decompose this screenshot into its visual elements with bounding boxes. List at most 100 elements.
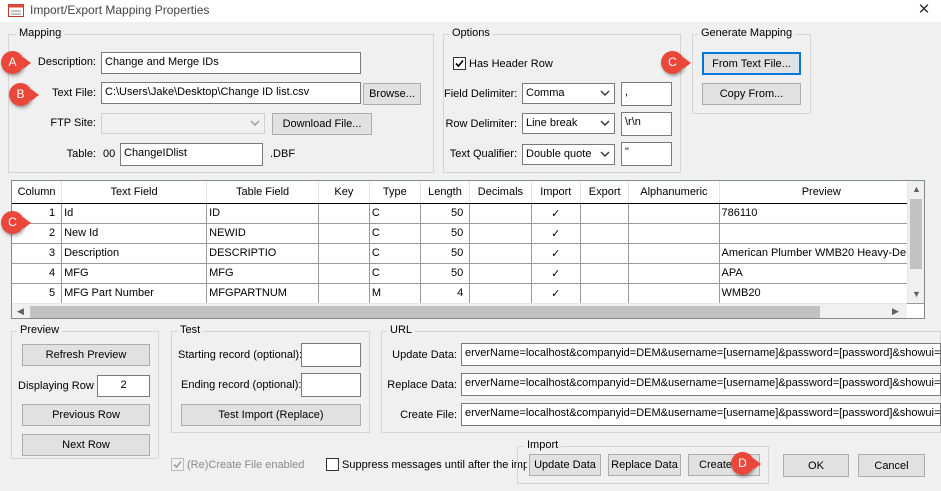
scroll-left-icon[interactable]: ◀ (17, 306, 24, 317)
cell-key[interactable] (318, 203, 370, 224)
cell-text-field[interactable]: MFG Part Number (61, 283, 208, 304)
cell-text-field[interactable]: New Id (61, 223, 208, 244)
cell-alpha[interactable] (628, 263, 720, 284)
cell-table-field[interactable]: MFGPARTNUM (206, 283, 319, 304)
column-header[interactable]: Table Field (206, 181, 319, 204)
vertical-scrollbar[interactable]: ▲ ▼ (907, 181, 924, 303)
test-import-button[interactable]: Test Import (Replace) (181, 404, 361, 426)
cell-column[interactable]: 4 (12, 263, 63, 284)
cell-length[interactable]: 50 (420, 243, 471, 264)
cell-decimals[interactable] (469, 263, 532, 284)
row-delimiter-text[interactable]: \r\n (621, 112, 672, 136)
column-header[interactable]: Decimals (469, 181, 532, 204)
cell-type[interactable]: C (369, 203, 421, 224)
cell-table-field[interactable]: NEWID (206, 223, 319, 244)
field-delimiter-text[interactable]: , (621, 82, 672, 106)
cell-column[interactable]: 3 (12, 243, 63, 264)
cell-export[interactable] (580, 243, 630, 264)
field-delimiter-select[interactable]: Comma (522, 83, 615, 104)
next-row-button[interactable]: Next Row (22, 434, 150, 456)
cell-table-field[interactable]: ID (206, 203, 319, 224)
cell-import[interactable]: ✓ (531, 203, 581, 224)
cell-export[interactable] (580, 223, 630, 244)
cell-decimals[interactable] (469, 203, 532, 224)
update-data-url-field[interactable]: erverName=localhost&companyid=DEM&userna… (461, 343, 941, 366)
cell-preview[interactable]: 786110 (719, 203, 924, 224)
cell-length[interactable]: 50 (420, 223, 471, 244)
textfile-field[interactable]: C:\Users\Jake\Desktop\Change ID list.csv (101, 82, 361, 104)
suppress-messages-checkbox[interactable] (326, 458, 339, 471)
cell-key[interactable] (318, 263, 370, 284)
column-header[interactable]: Length (420, 181, 471, 204)
browse-button[interactable]: Browse... (363, 83, 421, 105)
download-file-button[interactable]: Download File... (272, 113, 372, 135)
row-delimiter-select[interactable]: Line break (522, 113, 615, 134)
cell-key[interactable] (318, 243, 370, 264)
cell-type[interactable]: C (369, 263, 421, 284)
create-file-url-field[interactable]: erverName=localhost&companyid=DEM&userna… (461, 403, 941, 426)
table-row[interactable]: 4 MFG MFG C 50 ✓ APA (12, 263, 924, 284)
table-row[interactable]: 3 Description DESCRIPTIO C 50 ✓ American Plumb… (12, 243, 924, 264)
cell-export[interactable] (580, 203, 630, 224)
column-header[interactable]: Export (580, 181, 630, 204)
cell-column[interactable]: 5 (12, 283, 63, 304)
column-header[interactable]: Preview (719, 181, 924, 204)
cell-length[interactable]: 4 (420, 283, 471, 304)
column-header[interactable]: Key (318, 181, 370, 204)
refresh-preview-button[interactable]: Refresh Preview (22, 344, 150, 366)
horizontal-scrollbar[interactable]: ◀ ▶ (12, 303, 907, 318)
text-qualifier-text[interactable]: " (621, 142, 672, 166)
displaying-row-field[interactable]: 2 (97, 375, 150, 397)
column-header[interactable]: Alphanumeric (628, 181, 720, 204)
table-row[interactable]: 5 MFG Part Number MFGPARTNUM M 4 ✓ WMB20 (12, 283, 924, 304)
cell-preview[interactable]: APA (719, 263, 924, 284)
cell-length[interactable]: 50 (420, 203, 471, 224)
cell-text-field[interactable]: MFG (61, 263, 208, 284)
cell-alpha[interactable] (628, 243, 720, 264)
ending-record-field[interactable] (301, 373, 361, 397)
from-text-file-button[interactable]: From Text File... (702, 52, 801, 75)
replace-data-url-field[interactable]: erverName=localhost&companyid=DEM&userna… (461, 373, 941, 396)
cell-length[interactable]: 50 (420, 263, 471, 284)
cell-alpha[interactable] (628, 203, 720, 224)
cell-type[interactable]: C (369, 223, 421, 244)
table-row[interactable]: 1 Id ID C 50 ✓ 786110 (12, 203, 924, 224)
scroll-down-icon[interactable]: ▼ (912, 289, 921, 299)
cell-text-field[interactable]: Description (61, 243, 208, 264)
cell-import[interactable]: ✓ (531, 223, 581, 244)
cell-type[interactable]: C (369, 243, 421, 264)
ok-button[interactable]: OK (783, 454, 849, 477)
cell-import[interactable]: ✓ (531, 243, 581, 264)
scroll-up-icon[interactable]: ▲ (912, 184, 921, 194)
cell-decimals[interactable] (469, 243, 532, 264)
cell-preview[interactable]: WMB20 (719, 283, 924, 304)
has-header-checkbox[interactable] (453, 57, 466, 70)
mapping-grid[interactable]: Column Text Field Table Field Key Type Length… (11, 180, 925, 319)
close-icon[interactable]: ✕ (913, 1, 935, 19)
cell-key[interactable] (318, 283, 370, 304)
column-header[interactable]: Import (531, 181, 581, 204)
cell-table-field[interactable]: MFG (206, 263, 319, 284)
cell-decimals[interactable] (469, 283, 532, 304)
column-header[interactable]: Column (12, 181, 63, 204)
cancel-button[interactable]: Cancel (858, 454, 925, 477)
column-header[interactable]: Text Field (61, 181, 208, 204)
table-name-field[interactable]: ChangeIDlist (120, 143, 263, 166)
cell-import[interactable]: ✓ (531, 283, 581, 304)
cell-import[interactable]: ✓ (531, 263, 581, 284)
table-row[interactable]: 2 New Id NEWID C 50 ✓ (12, 223, 924, 244)
horizontal-scroll-thumb[interactable] (30, 306, 820, 318)
cell-type[interactable]: M (369, 283, 421, 304)
cell-key[interactable] (318, 223, 370, 244)
cell-export[interactable] (580, 283, 630, 304)
scroll-right-icon[interactable]: ▶ (892, 306, 899, 317)
previous-row-button[interactable]: Previous Row (22, 404, 150, 426)
cell-alpha[interactable] (628, 283, 720, 304)
cell-preview[interactable] (719, 223, 924, 244)
update-data-button[interactable]: Update Data (529, 454, 601, 476)
cell-alpha[interactable] (628, 223, 720, 244)
cell-text-field[interactable]: Id (61, 203, 208, 224)
text-qualifier-select[interactable]: Double quote (522, 144, 615, 165)
cell-export[interactable] (580, 263, 630, 284)
copy-from-button[interactable]: Copy From... (702, 83, 801, 105)
